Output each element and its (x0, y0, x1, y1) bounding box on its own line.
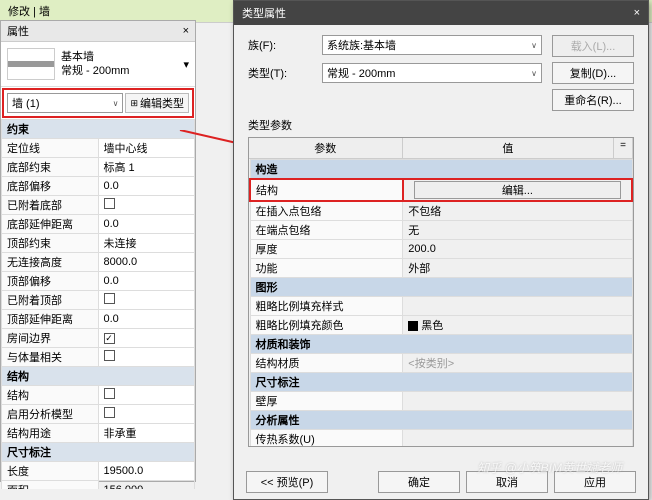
table-row: 在插入点包络不包络 (250, 201, 632, 221)
type-properties-dialog: 类型属性 × 族(F): 系统族:基本墙 ∨ 类型(T): 常规 - 200mm… (233, 0, 649, 500)
table-row: 结构 (2, 386, 195, 405)
rename-button[interactable]: 重命名(R)... (552, 89, 634, 111)
instance-selector[interactable]: 墙 (1) ∨ (7, 93, 123, 113)
type-params-grid: 参数 值 = 构造 结构编辑... 在插入点包络不包络 在端点包络无 厚度200… (248, 137, 634, 447)
table-row: 与体量相关 (2, 348, 195, 367)
table-row: 厚度200.0 (250, 240, 632, 259)
chevron-down-icon: ∨ (531, 69, 537, 78)
table-row: 壁厚 (250, 392, 632, 411)
instance-label: 墙 (1) (12, 95, 40, 111)
table-row: 长度19500.0 (2, 462, 195, 481)
color-swatch (408, 321, 418, 331)
checkbox[interactable] (104, 198, 115, 209)
group-structure[interactable]: 结构 (2, 367, 195, 386)
duplicate-button[interactable]: 复制(D)... (552, 62, 634, 84)
preview-button[interactable]: << 预览(P) (246, 471, 328, 493)
type-value: 常规 - 200mm (327, 65, 395, 81)
type-dropdown[interactable]: 常规 - 200mm ∨ (322, 63, 542, 83)
color-name: 黑色 (421, 320, 443, 332)
type-info: 基本墙 常规 - 200mm (61, 50, 129, 79)
table-row: 底部延伸距离0.0 (2, 215, 195, 234)
edit-structure-button[interactable]: 编辑... (414, 181, 620, 199)
column-header-param[interactable]: 参数 (249, 138, 403, 158)
table-row: 顶部延伸距离0.0 (2, 310, 195, 329)
table-row: 已附着底部 (2, 196, 195, 215)
edit-type-label: 编辑类型 (140, 95, 184, 111)
table-row: 顶部偏移0.0 (2, 272, 195, 291)
properties-title: 属性 (7, 23, 29, 39)
properties-grid[interactable]: 约束 定位线墙中心线 底部约束标高 1 底部偏移0.0 已附着底部 底部延伸距离… (1, 119, 195, 489)
table-row: 启用分析模型 (2, 405, 195, 424)
table-row: 结构用途非承重 (2, 424, 195, 443)
table-row: 结构材质<按类别> (250, 354, 632, 373)
dialog-footer: << 预览(P) 确定 取消 应用 (234, 471, 648, 493)
edit-type-button[interactable]: ⊞ 编辑类型 (125, 93, 189, 113)
table-row: 粗略比例填充颜色黑色 (250, 316, 632, 335)
type-name: 常规 - 200mm (61, 64, 129, 78)
type-selector[interactable]: 基本墙 常规 - 200mm ▾ (1, 42, 195, 87)
table-row: 面积156.000 (2, 481, 195, 490)
chevron-down-icon: ∨ (531, 41, 537, 50)
group-dimensions[interactable]: 尺寸标注 (250, 373, 632, 392)
type-family: 基本墙 (61, 50, 129, 64)
dialog-title: 类型属性 (242, 5, 286, 21)
table-row: 功能外部 (250, 259, 632, 278)
chevron-down-icon: ∨ (113, 99, 119, 108)
checkbox[interactable] (104, 388, 115, 399)
table-row: 无连接高度8000.0 (2, 253, 195, 272)
load-button: 载入(L)... (552, 35, 634, 57)
instance-row-highlight: 墙 (1) ∨ ⊞ 编辑类型 (2, 88, 194, 118)
type-thumbnail (7, 48, 55, 80)
ok-button[interactable]: 确定 (378, 471, 460, 493)
dialog-titlebar[interactable]: 类型属性 × (234, 1, 648, 25)
chevron-down-icon[interactable]: ▾ (183, 58, 189, 71)
properties-titlebar: 属性 × (1, 21, 195, 42)
close-icon[interactable]: × (634, 7, 640, 19)
group-materials[interactable]: 材质和装饰 (250, 335, 632, 354)
table-row: 底部偏移0.0 (2, 177, 195, 196)
table-row: 在端点包络无 (250, 221, 632, 240)
table-row: 已附着顶部 (2, 291, 195, 310)
group-dimensions[interactable]: 尺寸标注 (2, 443, 195, 462)
family-dropdown[interactable]: 系统族:基本墙 ∨ (322, 35, 542, 55)
edit-type-icon: ⊞ (130, 98, 138, 109)
table-row: 定位线墙中心线 (2, 139, 195, 158)
table-row: 传热系数(U) (250, 430, 632, 448)
family-value: 系统族:基本墙 (327, 37, 396, 53)
table-row: 房间边界✓ (2, 329, 195, 348)
properties-panel: 属性 × 基本墙 常规 - 200mm ▾ 墙 (1) ∨ ⊞ 编辑类型 约束 … (0, 20, 196, 482)
column-header-equals[interactable]: = (614, 138, 633, 158)
checkbox[interactable] (104, 293, 115, 304)
apply-button[interactable]: 应用 (554, 471, 636, 493)
cancel-button[interactable]: 取消 (466, 471, 548, 493)
type-label: 类型(T): (248, 65, 314, 81)
table-row: 底部约束标高 1 (2, 158, 195, 177)
structure-row-highlight: 结构编辑... (250, 179, 632, 201)
close-icon[interactable]: × (183, 25, 189, 37)
checkbox[interactable] (104, 350, 115, 361)
type-params-label: 类型参数 (248, 117, 634, 133)
group-construction[interactable]: 构造 (250, 160, 632, 180)
family-label: 族(F): (248, 37, 314, 53)
group-analytical[interactable]: 分析属性 (250, 411, 632, 430)
checkbox[interactable] (104, 407, 115, 418)
column-header-value[interactable]: 值 (403, 138, 615, 158)
table-row: 顶部约束未连接 (2, 234, 195, 253)
group-graphics[interactable]: 图形 (250, 278, 632, 297)
group-constraints[interactable]: 约束 (2, 120, 195, 139)
grid-scroll[interactable]: 构造 结构编辑... 在插入点包络不包络 在端点包络无 厚度200.0 功能外部… (249, 159, 633, 447)
checkbox-checked[interactable]: ✓ (104, 333, 115, 344)
table-row: 粗略比例填充样式 (250, 297, 632, 316)
